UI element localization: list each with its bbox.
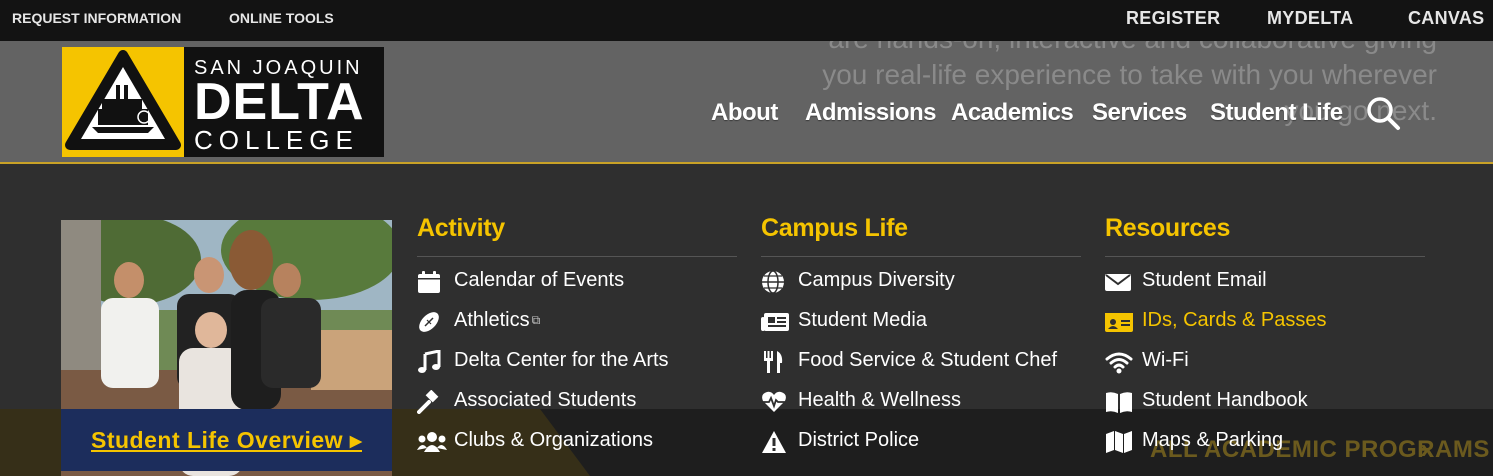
nav-services[interactable]: Services bbox=[1092, 99, 1187, 127]
student-life-overview-button[interactable]: Student Life Overview ▸ bbox=[61, 409, 392, 471]
menu-item-student-email[interactable]: Student Email bbox=[1105, 260, 1425, 300]
search-icon[interactable] bbox=[1365, 95, 1401, 131]
menu-item-delta-center-for-the-arts[interactable]: Delta Center for the Arts bbox=[417, 340, 737, 380]
online-tools-link[interactable]: ONLINE TOOLS bbox=[229, 0, 334, 36]
menu-item-campus-diversity[interactable]: Campus Diversity bbox=[761, 260, 1081, 300]
wifi-icon bbox=[1105, 348, 1133, 374]
menu-item-food-service[interactable]: Food Service & Student Chef bbox=[761, 340, 1081, 380]
map-icon bbox=[1105, 428, 1132, 453]
college-logo[interactable]: SAN JOAQUIN DELTA COLLEGE bbox=[62, 47, 384, 157]
riverboat-logo-icon bbox=[62, 47, 184, 157]
envelope-icon bbox=[1105, 268, 1131, 292]
nav-admissions[interactable]: Admissions bbox=[805, 99, 937, 127]
menu-item-maps-parking[interactable]: Maps & Parking bbox=[1105, 420, 1425, 460]
mydelta-link[interactable]: MYDELTA bbox=[1267, 0, 1353, 36]
request-information-link[interactable]: REQUEST INFORMATION bbox=[12, 0, 181, 36]
menu-item-athletics[interactable]: Athletics ⧉ bbox=[417, 300, 737, 340]
site-header: are hands-on, interactive and collaborat… bbox=[0, 41, 1493, 164]
external-link-icon: ⧉ bbox=[531, 313, 541, 327]
id-card-icon bbox=[1105, 308, 1133, 332]
menu-item-ids-cards-passes[interactable]: IDs, Cards & Passes bbox=[1105, 300, 1425, 340]
gavel-icon bbox=[417, 388, 441, 414]
nav-student-life[interactable]: Student Life bbox=[1210, 99, 1343, 127]
users-icon bbox=[417, 428, 447, 452]
heartbeat-icon bbox=[761, 388, 786, 412]
register-link[interactable]: REGISTER bbox=[1126, 0, 1220, 36]
menu-item-district-police[interactable]: District Police bbox=[761, 420, 1081, 460]
logo-line-college: COLLEGE bbox=[194, 125, 359, 155]
nav-about[interactable]: About bbox=[711, 99, 778, 127]
book-icon bbox=[1105, 388, 1132, 413]
globe-icon bbox=[761, 268, 785, 294]
column-heading-activity: Activity bbox=[417, 214, 737, 257]
menu-item-associated-students[interactable]: Associated Students bbox=[417, 380, 737, 420]
menu-column-activity: Activity Calendar of Events Athletics ⧉ D… bbox=[417, 214, 737, 460]
menu-item-health-wellness[interactable]: Health & Wellness bbox=[761, 380, 1081, 420]
newspaper-icon bbox=[761, 308, 789, 332]
utensils-icon bbox=[761, 348, 785, 373]
column-heading-campus-life: Campus Life bbox=[761, 214, 1081, 257]
music-note-icon bbox=[417, 348, 441, 373]
menu-column-resources: Resources Student Email IDs, Cards & Pas… bbox=[1105, 214, 1425, 460]
canvas-link[interactable]: CANVAS bbox=[1408, 0, 1484, 36]
warning-icon bbox=[761, 428, 786, 453]
calendar-icon bbox=[417, 268, 441, 293]
menu-item-clubs-organizations[interactable]: Clubs & Organizations bbox=[417, 420, 737, 460]
menu-item-calendar-of-events[interactable]: Calendar of Events bbox=[417, 260, 737, 300]
utility-bar: REQUEST INFORMATION ONLINE TOOLS REGISTE… bbox=[0, 0, 1493, 41]
menu-item-student-media[interactable]: Student Media bbox=[761, 300, 1081, 340]
menu-column-campus-life: Campus Life Campus Diversity Student Med… bbox=[761, 214, 1081, 460]
nav-academics[interactable]: Academics bbox=[951, 99, 1074, 127]
logo-line-delta: DELTA bbox=[194, 73, 365, 131]
menu-item-student-handbook[interactable]: Student Handbook bbox=[1105, 380, 1425, 420]
column-heading-resources: Resources bbox=[1105, 214, 1425, 257]
menu-item-wi-fi[interactable]: Wi-Fi bbox=[1105, 340, 1425, 380]
football-icon bbox=[417, 308, 441, 332]
